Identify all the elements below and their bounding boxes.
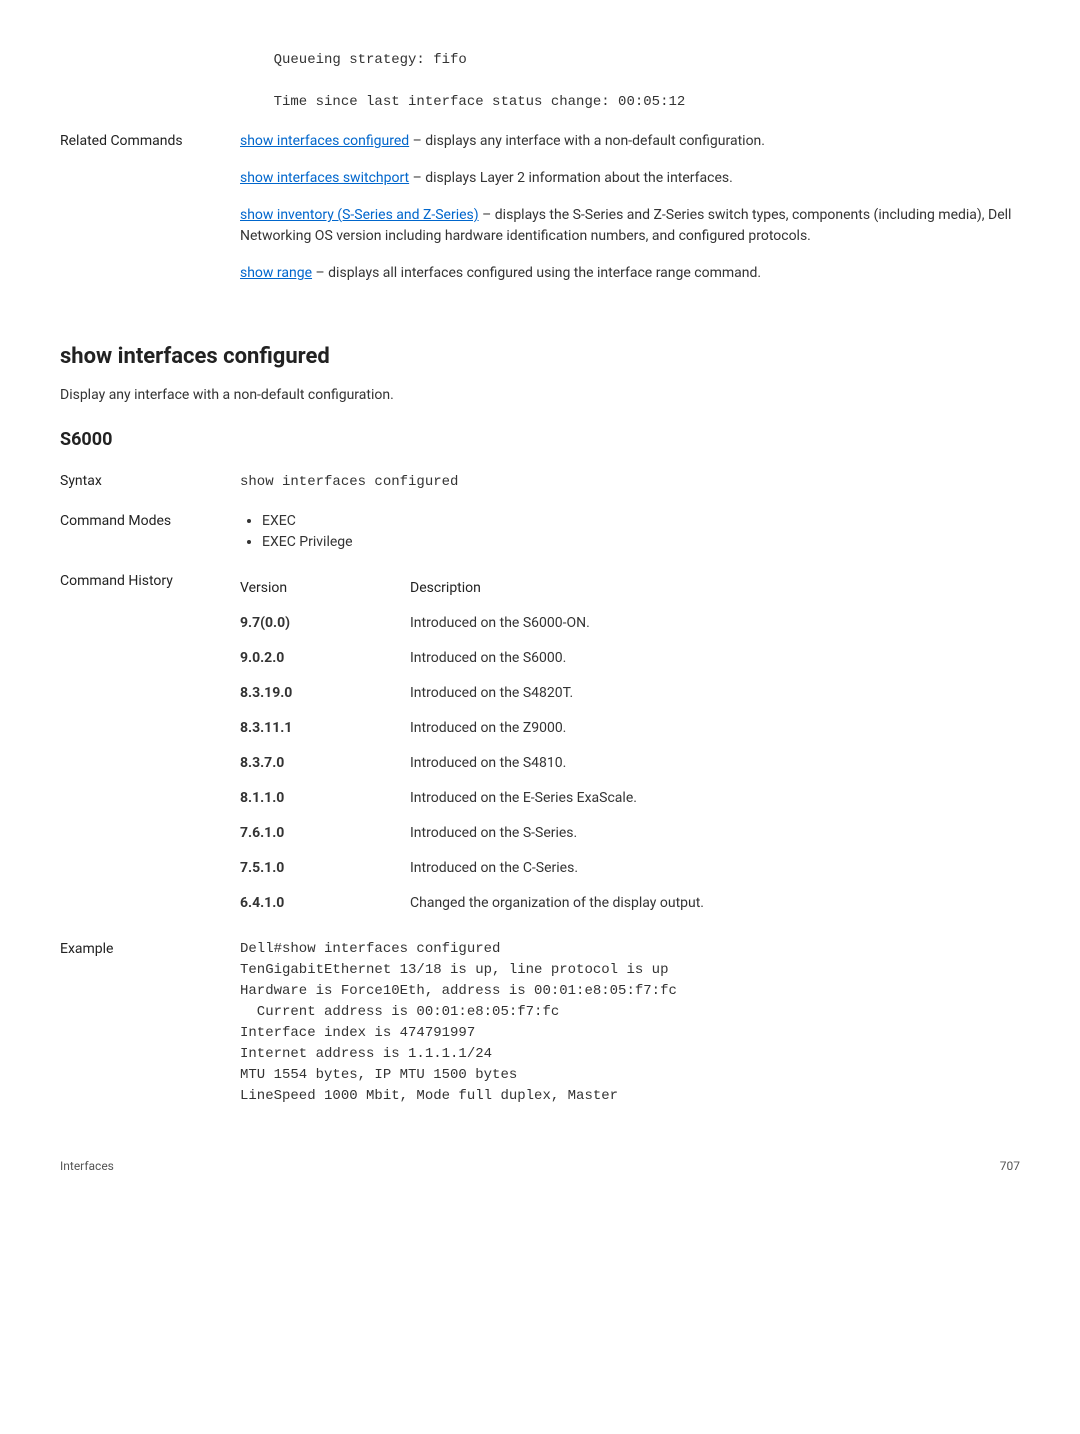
footer-page-number: 707: [1000, 1157, 1020, 1175]
description-cell: Introduced on the S4810.: [410, 753, 1020, 774]
version-cell: 8.1.1.0: [240, 788, 410, 809]
version-cell: 8.3.7.0: [240, 753, 410, 774]
related-suffix: – displays Layer 2 information about the…: [409, 170, 733, 186]
table-row: 9.7(0.0) Introduced on the S6000-ON.: [240, 606, 1020, 641]
modes-list: EXEC EXEC Privilege: [240, 511, 1020, 553]
history-header-row: Version Description: [240, 571, 1020, 606]
history-header-version: Version: [240, 578, 410, 599]
description-cell: Changed the organization of the display …: [410, 893, 1020, 914]
description-cell: Introduced on the Z9000.: [410, 718, 1020, 739]
description-cell: Introduced on the E-Series ExaScale.: [410, 788, 1020, 809]
platform-label: S6000: [60, 426, 1020, 453]
table-row: 7.5.1.0 Introduced on the C-Series.: [240, 851, 1020, 886]
example-row: Example Dell#show interfaces configured …: [60, 939, 1020, 1107]
link-show-interfaces-switchport[interactable]: show interfaces switchport: [240, 170, 409, 186]
version-cell: 9.7(0.0): [240, 613, 410, 634]
table-row: 8.3.11.1 Introduced on the Z9000.: [240, 711, 1020, 746]
related-item: show interfaces configured – displays an…: [240, 131, 1020, 152]
description-cell: Introduced on the S4820T.: [410, 683, 1020, 704]
command-modes-row: Command Modes EXEC EXEC Privilege: [60, 511, 1020, 553]
example-content: Dell#show interfaces configured TenGigab…: [240, 939, 1020, 1107]
command-modes-label: Command Modes: [60, 511, 240, 553]
command-history-content: Version Description 9.7(0.0) Introduced …: [240, 571, 1020, 921]
table-row: 7.6.1.0 Introduced on the S-Series.: [240, 816, 1020, 851]
table-row: 8.3.19.0 Introduced on the S4820T.: [240, 676, 1020, 711]
related-item: show range – displays all interfaces con…: [240, 263, 1020, 284]
history-table: Version Description 9.7(0.0) Introduced …: [240, 571, 1020, 921]
queueing-output: Queueing strategy: fifo Time since last …: [240, 50, 1020, 113]
description-cell: Introduced on the S6000.: [410, 648, 1020, 669]
version-cell: 8.3.11.1: [240, 718, 410, 739]
version-cell: 9.0.2.0: [240, 648, 410, 669]
related-item: show inventory (S-Series and Z-Series) –…: [240, 205, 1020, 247]
description-cell: Introduced on the S-Series.: [410, 823, 1020, 844]
link-show-range[interactable]: show range: [240, 265, 312, 281]
example-output: Dell#show interfaces configured TenGigab…: [240, 939, 1020, 1107]
history-header-description: Description: [410, 578, 1020, 599]
syntax-value: show interfaces configured: [240, 474, 458, 490]
syntax-label: Syntax: [60, 471, 240, 493]
related-suffix: – displays any interface with a non-defa…: [409, 133, 765, 149]
footer-left: Interfaces: [60, 1157, 114, 1175]
related-commands-label: Related Commands: [60, 131, 240, 300]
description-cell: Introduced on the S6000-ON.: [410, 613, 1020, 634]
example-label: Example: [60, 939, 240, 1107]
command-history-row: Command History Version Description 9.7(…: [60, 571, 1020, 921]
table-row: 8.3.7.0 Introduced on the S4810.: [240, 746, 1020, 781]
version-cell: 8.3.19.0: [240, 683, 410, 704]
page-footer: Interfaces 707: [60, 1157, 1020, 1175]
section-description: Display any interface with a non-default…: [60, 385, 1020, 406]
version-cell: 7.6.1.0: [240, 823, 410, 844]
related-commands-row: Related Commands show interfaces configu…: [60, 131, 1020, 300]
link-show-inventory[interactable]: show inventory (S-Series and Z-Series): [240, 207, 479, 223]
table-row: 9.0.2.0 Introduced on the S6000.: [240, 641, 1020, 676]
code-top: Queueing strategy: fifo Time since last …: [240, 50, 1020, 113]
mode-item: EXEC Privilege: [262, 532, 1020, 553]
section-heading: show interfaces configured: [60, 340, 1020, 373]
related-item: show interfaces switchport – displays La…: [240, 168, 1020, 189]
mode-item: EXEC: [262, 511, 1020, 532]
related-suffix: – displays all interfaces configured usi…: [312, 265, 761, 281]
related-commands-content: show interfaces configured – displays an…: [240, 131, 1020, 300]
table-row: 6.4.1.0 Changed the organization of the …: [240, 886, 1020, 921]
command-history-label: Command History: [60, 571, 240, 921]
command-modes-content: EXEC EXEC Privilege: [240, 511, 1020, 553]
version-cell: 6.4.1.0: [240, 893, 410, 914]
syntax-content: show interfaces configured: [240, 471, 1020, 493]
version-cell: 7.5.1.0: [240, 858, 410, 879]
syntax-row: Syntax show interfaces configured: [60, 471, 1020, 493]
table-row: 8.1.1.0 Introduced on the E-Series ExaSc…: [240, 781, 1020, 816]
description-cell: Introduced on the C-Series.: [410, 858, 1020, 879]
link-show-interfaces-configured[interactable]: show interfaces configured: [240, 133, 409, 149]
